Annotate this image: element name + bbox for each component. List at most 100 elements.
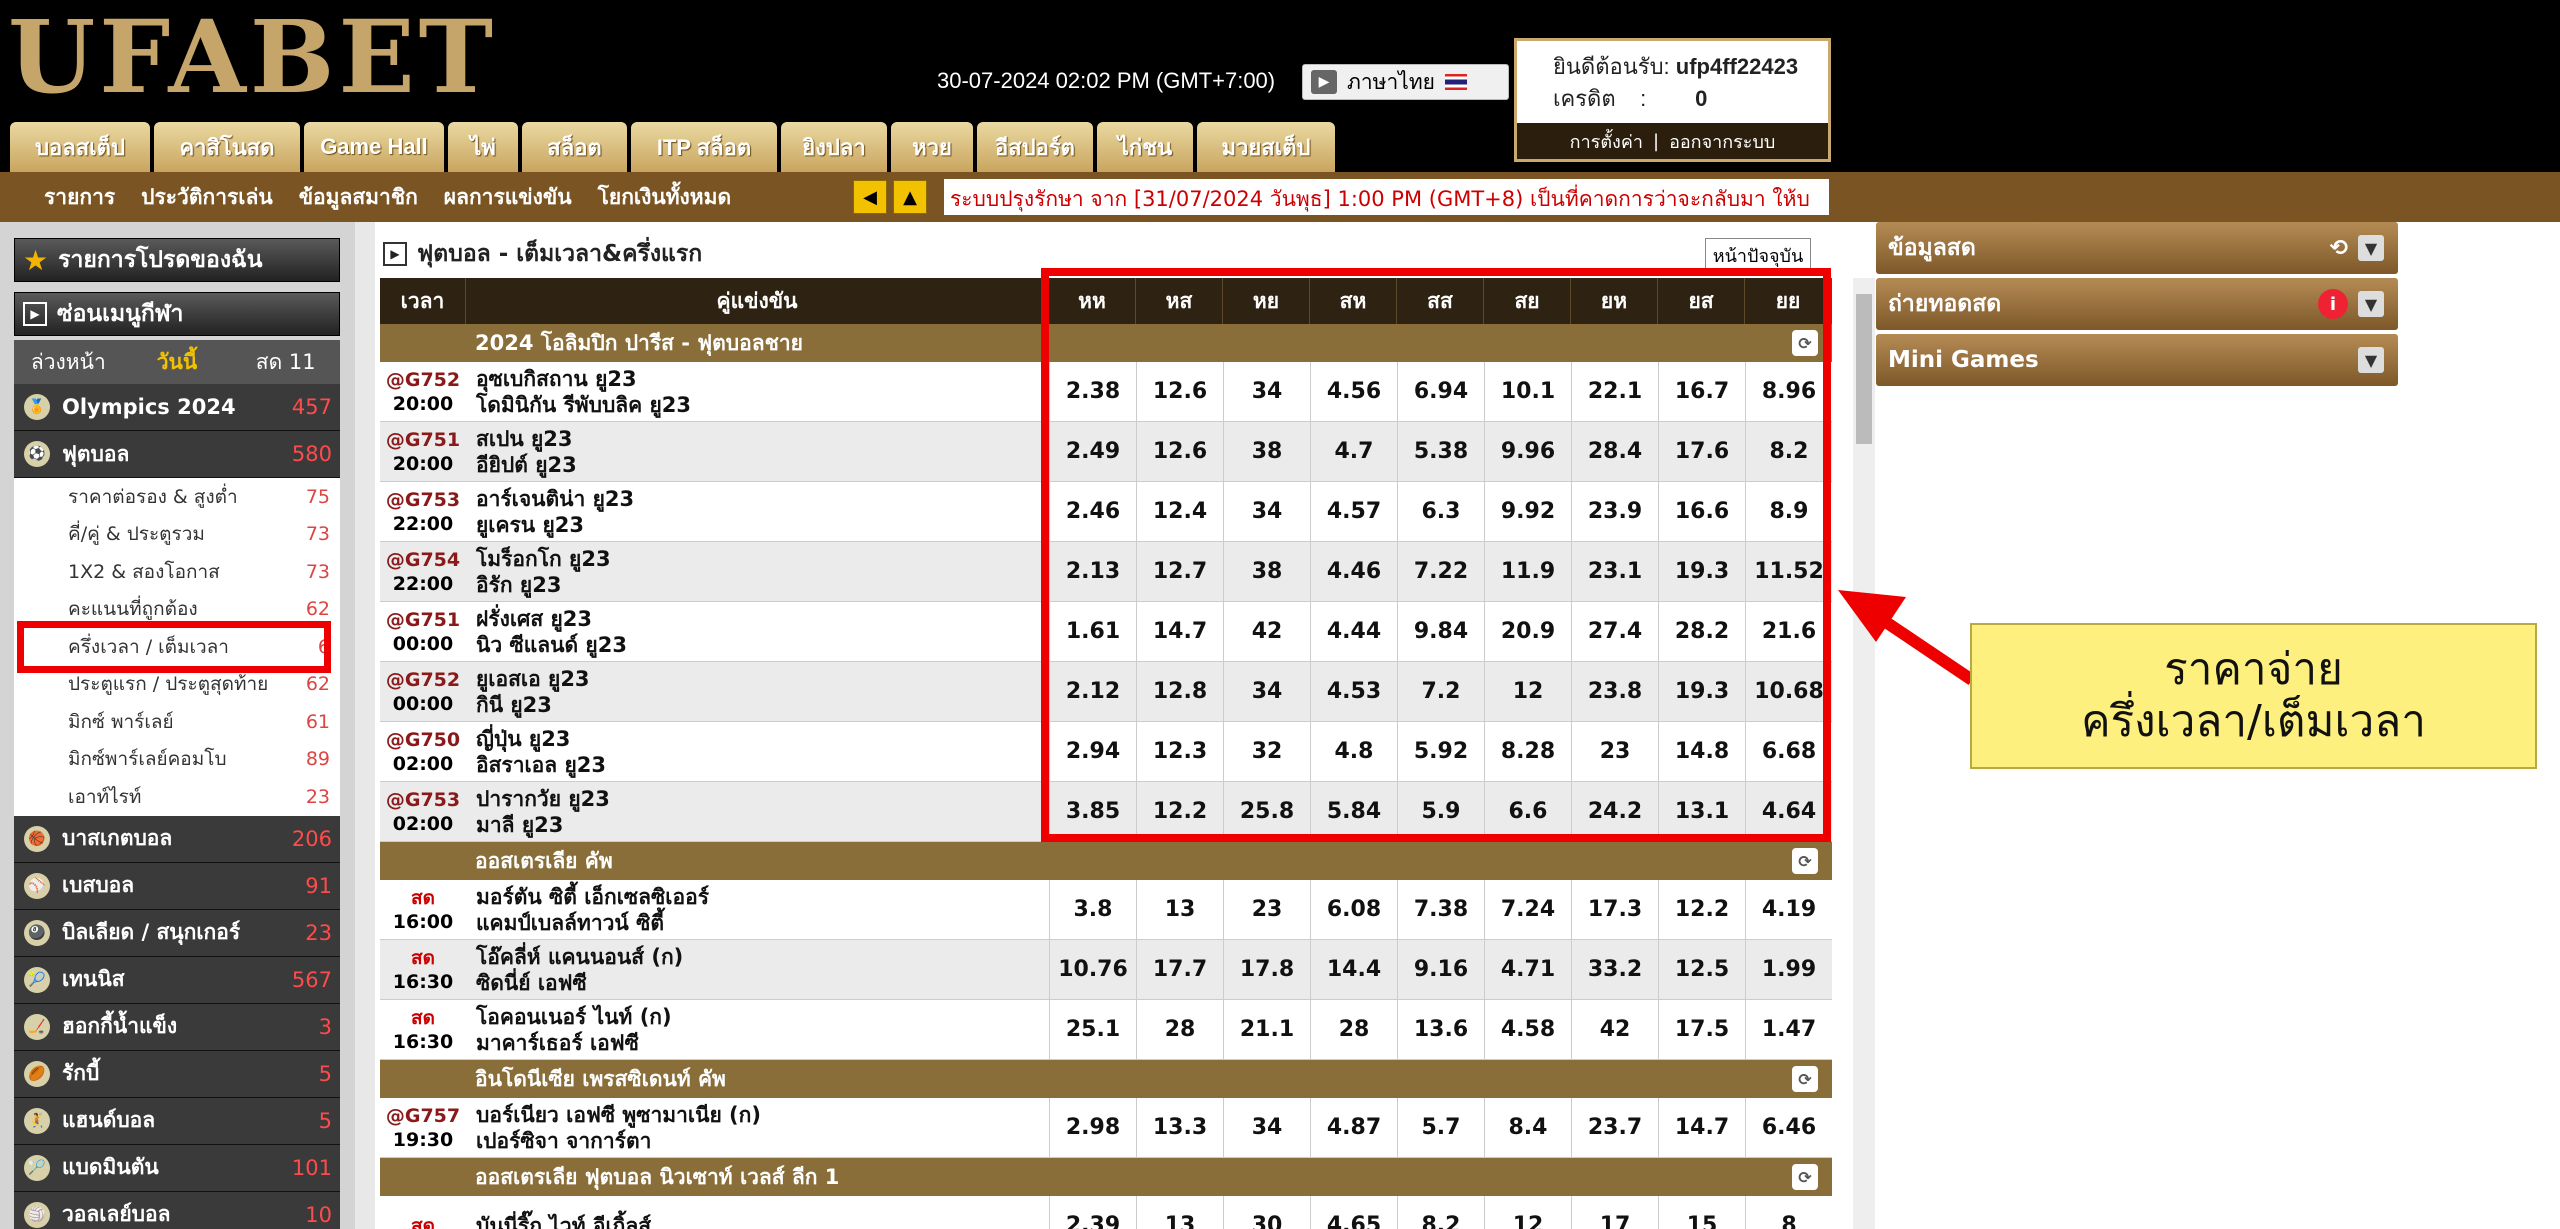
subnav-item-4[interactable]: โยกเงินทั้งหมด: [598, 181, 732, 214]
collapse-icon[interactable]: ▶: [383, 242, 407, 266]
football-submenu-item[interactable]: ราคาต่อรอง & สูงต่ำ 75: [14, 478, 340, 516]
odds-cell[interactable]: 8.2: [1397, 1196, 1484, 1229]
odds-cell[interactable]: 30: [1223, 1196, 1310, 1229]
current-page-button[interactable]: หน้าปัจจุบัน: [1705, 238, 1811, 272]
refresh-icon[interactable]: ⟳: [1792, 1164, 1818, 1190]
sport-item[interactable]: 🏅 Olympics 2024 457: [14, 384, 340, 431]
odds-cell[interactable]: 15: [1658, 1196, 1745, 1229]
odds-cell[interactable]: 3.8: [1049, 880, 1136, 939]
odds-cell[interactable]: 28: [1310, 1000, 1397, 1059]
tab-6[interactable]: ยิงปลา: [781, 122, 887, 172]
tab-today[interactable]: วันนี้: [123, 346, 232, 379]
odds-cell[interactable]: 7.24: [1484, 880, 1571, 939]
sport-item[interactable]: 🎾 เทนนิส 567: [14, 956, 340, 1004]
odds-cell[interactable]: 13: [1136, 880, 1223, 939]
subnav-item-3[interactable]: ผลการแข่งขัน: [444, 181, 572, 214]
info-icon[interactable]: i: [2318, 289, 2348, 319]
odds-cell[interactable]: 2.98: [1049, 1098, 1136, 1157]
sport-item[interactable]: 🤾 แฮนด์บอล 5: [14, 1097, 340, 1145]
undo-icon[interactable]: ⟲: [2330, 236, 2348, 261]
tab-0[interactable]: บอลสเต็ป: [10, 122, 150, 172]
odds-cell[interactable]: 7.38: [1397, 880, 1484, 939]
odds-cell[interactable]: 5.7: [1397, 1098, 1484, 1157]
brand-logo[interactable]: UFABET: [8, 2, 497, 112]
football-submenu-item[interactable]: 1X2 & สองโอกาส 73: [14, 553, 340, 591]
live-stream-panel[interactable]: ถ่ายทอดสด i ▼: [1876, 278, 2398, 330]
left-scrollbar[interactable]: [355, 222, 375, 1229]
odds-cell[interactable]: 14.7: [1658, 1098, 1745, 1157]
center-scrollbar[interactable]: [1853, 278, 1875, 1229]
odds-cell[interactable]: 4.19: [1745, 880, 1832, 939]
sport-item[interactable]: ⚽ ฟุตบอล 580: [14, 431, 340, 478]
football-submenu-item[interactable]: คี่/คู่ & ประตูรวม 73: [14, 515, 340, 553]
odds-cell[interactable]: 13.6: [1397, 1000, 1484, 1059]
tab-early[interactable]: ล่วงหน้า: [14, 346, 123, 379]
chevron-down-icon[interactable]: ▼: [2358, 235, 2384, 261]
language-selector[interactable]: ▶ ภาษาไทย: [1302, 64, 1509, 100]
sport-item[interactable]: ⚾ เบสบอล 91: [14, 862, 340, 910]
odds-cell[interactable]: 34: [1223, 1098, 1310, 1157]
odds-cell[interactable]: 6.46: [1745, 1098, 1832, 1157]
odds-cell[interactable]: 23: [1223, 880, 1310, 939]
odds-cell[interactable]: 17.7: [1136, 940, 1223, 999]
odds-cell[interactable]: 12.5: [1658, 940, 1745, 999]
subnav-item-2[interactable]: ข้อมูลสมาชิก: [299, 181, 418, 214]
live-info-panel[interactable]: ข้อมูลสด ⟲ ▼: [1876, 222, 2398, 274]
arrow-left-icon[interactable]: ◀: [853, 180, 887, 214]
odds-cell[interactable]: 23.7: [1571, 1098, 1658, 1157]
league-header[interactable]: ออสเตรเลีย ฟุตบอล นิวเซาท์ เวลส์ ลีก 1 ⟳: [380, 1158, 1832, 1196]
odds-cell[interactable]: 17.5: [1658, 1000, 1745, 1059]
tab-2[interactable]: Game Hall: [304, 122, 444, 172]
odds-cell[interactable]: 13.3: [1136, 1098, 1223, 1157]
odds-cell[interactable]: 4.71: [1484, 940, 1571, 999]
odds-cell[interactable]: 13: [1136, 1196, 1223, 1229]
favorites-header[interactable]: ★ รายการโปรดของฉัน: [14, 238, 340, 282]
subnav-item-0[interactable]: รายการ: [44, 181, 115, 214]
football-submenu-item[interactable]: เอาท์ไรท์ 23: [14, 778, 340, 816]
arrow-up-icon[interactable]: ▲: [893, 180, 927, 214]
football-submenu-item[interactable]: มิกซ์ พาร์เลย์ 61: [14, 703, 340, 741]
odds-cell[interactable]: 17: [1571, 1196, 1658, 1229]
odds-cell[interactable]: 42: [1571, 1000, 1658, 1059]
chevron-down-icon[interactable]: ▼: [2358, 347, 2384, 373]
tab-7[interactable]: หวย: [891, 122, 973, 172]
tab-1[interactable]: คาสิโนสด: [154, 122, 300, 172]
odds-cell[interactable]: 28: [1136, 1000, 1223, 1059]
sports-menu-header[interactable]: ▶ ซ่อนเมนูกีฬา: [14, 292, 340, 336]
refresh-icon[interactable]: ⟳: [1792, 1066, 1818, 1092]
odds-cell[interactable]: 21.1: [1223, 1000, 1310, 1059]
odds-cell[interactable]: 1.99: [1745, 940, 1832, 999]
sport-item[interactable]: 🏒 ฮอกกี้น้ำแข็ง 3: [14, 1003, 340, 1051]
football-submenu-item[interactable]: มิกซ์พาร์เลย์คอมโบ 89: [14, 740, 340, 778]
tab-3[interactable]: ไพ่: [448, 122, 518, 172]
tab-10[interactable]: มวยสเต็ป: [1197, 122, 1335, 172]
odds-cell[interactable]: 10.76: [1049, 940, 1136, 999]
odds-cell[interactable]: 12: [1484, 1196, 1571, 1229]
chevron-down-icon[interactable]: ▼: [2358, 291, 2384, 317]
tab-4[interactable]: สล็อต: [522, 122, 627, 172]
odds-cell[interactable]: 9.16: [1397, 940, 1484, 999]
odds-cell[interactable]: 8: [1745, 1196, 1832, 1229]
sport-item[interactable]: 🎱 บิลเลียด / สนุกเกอร์ 23: [14, 909, 340, 957]
sport-item[interactable]: 🏀 บาสเกตบอล 206: [14, 815, 340, 863]
tab-live[interactable]: สด 11: [231, 346, 340, 379]
odds-cell[interactable]: 33.2: [1571, 940, 1658, 999]
tab-8[interactable]: อีสปอร์ต: [977, 122, 1093, 172]
tab-5[interactable]: ITP สล็อต: [631, 122, 777, 172]
subnav-item-1[interactable]: ประวัติการเล่น: [141, 181, 273, 214]
odds-cell[interactable]: 1.47: [1745, 1000, 1832, 1059]
odds-cell[interactable]: 4.87: [1310, 1098, 1397, 1157]
odds-cell[interactable]: 17.8: [1223, 940, 1310, 999]
sport-item[interactable]: 🏉 รักบี้ 5: [14, 1050, 340, 1098]
refresh-icon[interactable]: ⟳: [1792, 848, 1818, 874]
tab-9[interactable]: ไก่ชน: [1097, 122, 1193, 172]
logout-link[interactable]: ออกจากระบบ: [1669, 127, 1775, 156]
sport-item[interactable]: 🏸 แบดมินตัน 101: [14, 1144, 340, 1192]
odds-cell[interactable]: 6.08: [1310, 880, 1397, 939]
odds-cell[interactable]: 4.65: [1310, 1196, 1397, 1229]
odds-cell[interactable]: 12.2: [1658, 880, 1745, 939]
odds-cell[interactable]: 4.58: [1484, 1000, 1571, 1059]
settings-link[interactable]: การตั้งค่า: [1570, 127, 1643, 156]
sport-item[interactable]: 🏐 วอลเลย์บอล 10: [14, 1191, 340, 1229]
odds-cell[interactable]: 8.4: [1484, 1098, 1571, 1157]
